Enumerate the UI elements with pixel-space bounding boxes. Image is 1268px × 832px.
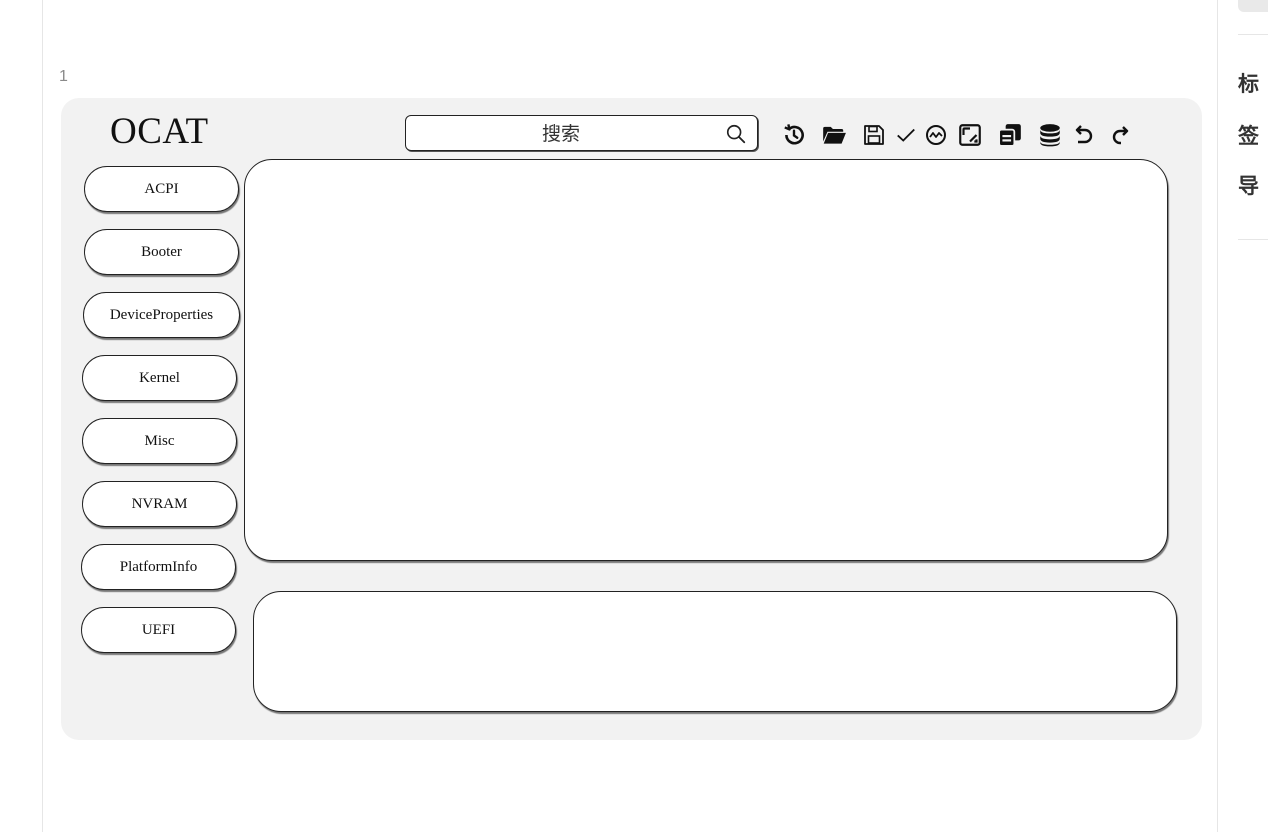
save-button[interactable]	[860, 121, 888, 149]
app-title: OCAT	[110, 111, 209, 152]
search-placeholder: 搜索	[541, 123, 580, 145]
sidebar-top-tab[interactable]	[1238, 0, 1268, 12]
history-button[interactable]	[780, 121, 808, 149]
toc-label-char-2[interactable]: 签	[1238, 120, 1259, 150]
bottom-output-panel[interactable]	[253, 591, 1177, 712]
search-input[interactable]: 搜索	[405, 115, 758, 151]
check-icon	[897, 128, 915, 142]
line-number: 1	[59, 68, 68, 85]
nav-button-nvram[interactable]: NVRAM	[82, 481, 237, 527]
main-content-panel[interactable]	[244, 159, 1168, 561]
database-button[interactable]	[1036, 121, 1064, 149]
check-button[interactable]	[892, 121, 920, 149]
nav-button-misc[interactable]: Misc	[82, 418, 237, 464]
folder-open-icon	[823, 126, 846, 144]
nav-button-kernel[interactable]: Kernel	[82, 355, 237, 401]
document-right-margin-rule	[1217, 0, 1218, 832]
copy-icon	[998, 124, 1021, 147]
edit-button[interactable]	[956, 121, 984, 149]
redo-icon	[1112, 126, 1129, 145]
nav-button-deviceproperties[interactable]: DeviceProperties	[83, 292, 240, 338]
history-icon	[784, 124, 804, 145]
compare-icon	[926, 125, 946, 145]
undo-icon	[1075, 125, 1093, 144]
save-icon	[864, 125, 884, 145]
sidebar-divider-top	[1238, 34, 1268, 35]
document-left-margin-rule	[42, 0, 43, 832]
undo-button[interactable]	[1070, 121, 1098, 149]
sidebar-divider-bottom	[1238, 239, 1268, 240]
database-icon	[1040, 124, 1060, 147]
nav-button-booter[interactable]: Booter	[84, 229, 239, 275]
compare-button[interactable]	[922, 121, 950, 149]
copy-button[interactable]	[996, 121, 1024, 149]
nav-button-platforminfo[interactable]: PlatformInfo	[81, 544, 236, 590]
nav-button-acpi[interactable]: ACPI	[84, 166, 239, 212]
edit-square-icon	[959, 124, 981, 146]
search-icon[interactable]	[725, 123, 747, 145]
nav-button-uefi[interactable]: UEFI	[81, 607, 236, 653]
open-button[interactable]	[820, 121, 848, 149]
redo-button[interactable]	[1106, 121, 1134, 149]
toc-label-char-3[interactable]: 导	[1238, 170, 1259, 200]
toc-label-char-1[interactable]: 标	[1238, 68, 1259, 98]
